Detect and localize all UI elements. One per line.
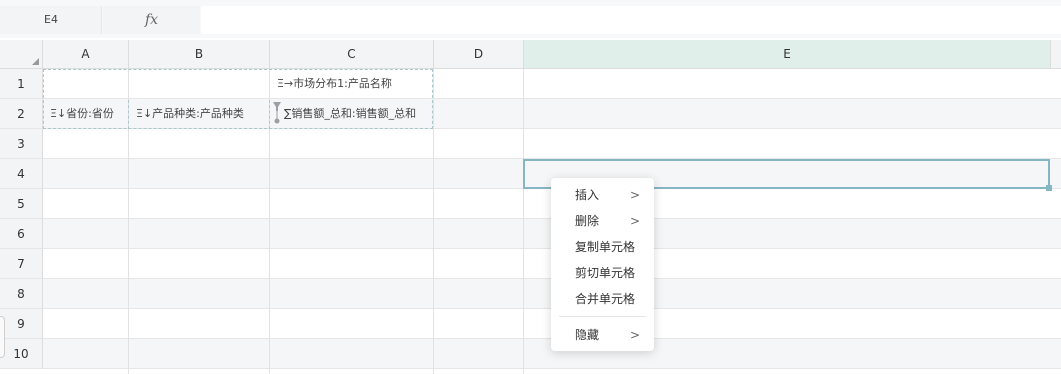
cell-name-box[interactable]: E4 (0, 6, 102, 34)
row-header-4[interactable]: 4 (0, 159, 43, 189)
submenu-arrow-icon: > (629, 188, 640, 202)
cell-b2[interactable]: Ξ↓产品种类:产品种类 (136, 99, 244, 129)
row-header-3[interactable]: 3 (0, 129, 43, 159)
menu-separator (559, 316, 646, 317)
column-header-a[interactable]: A (43, 40, 129, 69)
column-header-e[interactable]: E (524, 40, 1051, 69)
submenu-arrow-icon: > (629, 328, 640, 342)
submenu-arrow-icon: > (629, 214, 640, 228)
menu-item-label: 复制单元格 (575, 240, 636, 254)
row-header-7[interactable]: 7 (0, 249, 43, 279)
column-header-c[interactable]: C (270, 40, 434, 69)
menu-item-hide[interactable]: 隐藏 > (551, 322, 654, 348)
cell-a2[interactable]: Ξ↓省份:省份 (50, 99, 114, 129)
column-header-b[interactable]: B (129, 40, 270, 69)
formula-input[interactable] (201, 6, 1061, 34)
corner-select-all-icon (32, 58, 39, 65)
row-header-9[interactable]: 9 (0, 309, 43, 339)
row-header-5[interactable]: 5 (0, 189, 43, 219)
fill-handle[interactable] (1046, 185, 1052, 191)
menu-item-label: 插入 (575, 188, 600, 202)
row-header-8[interactable]: 8 (0, 279, 43, 309)
spreadsheet-grid: A B C D E 1 2 3 4 5 6 7 8 9 10 Ξ→市场分布1:产… (0, 40, 1061, 374)
menu-item-merge-cells[interactable]: 合并单元格 (551, 286, 654, 312)
side-panel-tab[interactable] (0, 316, 5, 358)
menu-item-cut-cell[interactable]: 剪切单元格 (551, 260, 654, 286)
menu-item-label: 剪切单元格 (575, 266, 636, 280)
pivot-divider (128, 100, 129, 129)
menu-item-insert[interactable]: 插入 > (551, 182, 654, 208)
menu-item-label: 合并单元格 (575, 292, 636, 306)
menu-item-label: 删除 (575, 214, 600, 228)
row-header-6[interactable]: 6 (0, 219, 43, 249)
filter-pin-icon[interactable] (272, 101, 282, 125)
cell-c1[interactable]: Ξ→市场分布1:产品名称 (277, 69, 392, 99)
menu-item-delete[interactable]: 删除 > (551, 208, 654, 234)
gridline (433, 69, 434, 374)
pivot-divider (269, 100, 270, 129)
column-header-d[interactable]: D (434, 40, 524, 69)
gridline (523, 69, 524, 374)
row-3 (43, 129, 1061, 159)
fx-icon[interactable]: fx (103, 6, 200, 34)
column-header-next[interactable] (1051, 40, 1061, 69)
context-menu: 插入 > 删除 > 复制单元格 剪切单元格 合并单元格 隐藏 > (551, 178, 654, 351)
row-1 (43, 69, 1061, 99)
menu-item-label: 隐藏 (575, 328, 600, 342)
select-all-corner[interactable] (0, 40, 43, 69)
row-header-2[interactable]: 2 (0, 99, 43, 129)
row-header-10[interactable]: 10 (0, 339, 43, 369)
cell-c2[interactable]: ∑销售额_总和:销售额_总和 (284, 99, 416, 129)
formula-bar: E4 fx (0, 0, 1061, 38)
row-header-1[interactable]: 1 (0, 69, 43, 99)
menu-item-copy-cell[interactable]: 复制单元格 (551, 234, 654, 260)
